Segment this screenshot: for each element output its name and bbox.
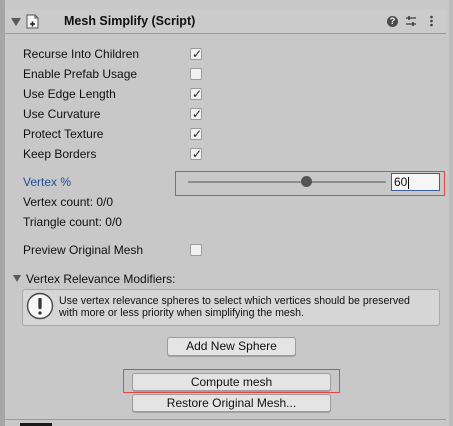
help-icon[interactable]: ?	[387, 16, 398, 27]
option-label-keep-borders: Keep Borders	[23, 147, 97, 161]
check-mark-icon: ✓	[192, 107, 203, 121]
vertex-count: Vertex count: 0/0	[23, 195, 114, 209]
vertex-percent-label: Vertex %	[23, 175, 72, 189]
preview-label: Preview Original Mesh	[23, 243, 144, 257]
option-label-prefab: Enable Prefab Usage	[23, 67, 138, 81]
triangle-count: Triangle count: 0/0	[23, 215, 122, 229]
option-label-protect-texture: Protect Texture	[23, 127, 104, 141]
restore-mesh-button[interactable]: Restore Original Mesh...	[132, 394, 331, 412]
kebab-menu-icon[interactable]	[429, 14, 434, 28]
check-mark-icon: ✓	[192, 47, 203, 61]
checkbox-protect-texture[interactable]: ✓	[190, 127, 203, 141]
add-sphere-button[interactable]: Add New Sphere	[167, 337, 296, 356]
check-mark-icon: ✓	[192, 87, 203, 101]
checkbox-curvature[interactable]: ✓	[190, 107, 203, 121]
component-title: Mesh Simplify (Script)	[64, 14, 196, 28]
checkbox-prefab[interactable]	[190, 68, 202, 80]
modifiers-foldout-arrow-icon[interactable]	[13, 275, 21, 282]
compute-mesh-button[interactable]: Compute mesh	[132, 373, 331, 391]
checkbox-recurse[interactable]: ✓	[190, 47, 203, 61]
option-label-recurse: Recurse Into Children	[23, 47, 140, 61]
option-label-edge-length: Use Edge Length	[23, 87, 116, 101]
scrollbar-edge	[449, 0, 453, 426]
left-strip	[0, 0, 5, 426]
check-mark-icon: ✓	[192, 127, 203, 141]
info-icon	[26, 292, 54, 320]
sliders-icon[interactable]	[405, 14, 417, 28]
check-mark-icon: ✓	[192, 147, 203, 161]
checkbox-preview[interactable]	[190, 244, 202, 256]
vertex-slider-thumb[interactable]	[301, 176, 312, 187]
text-caret	[408, 176, 410, 189]
checkbox-edge-length[interactable]: ✓	[190, 87, 203, 101]
panel-bottom-divider	[5, 419, 446, 420]
info-text-line1: Use vertex relevance spheres to select w…	[59, 295, 410, 307]
inspector-panel: Mesh Simplify (Script) ? Recurse Into Ch…	[0, 0, 453, 426]
script-icon	[26, 14, 39, 29]
vertex-percent-input[interactable]: 60	[391, 173, 440, 191]
info-text-line2: with more or less priority when simplify…	[59, 307, 304, 319]
checkbox-keep-borders[interactable]: ✓	[190, 147, 203, 161]
foldout-arrow-icon[interactable]	[11, 18, 21, 26]
option-label-curvature: Use Curvature	[23, 107, 101, 121]
vertex-percent-value: 60	[394, 175, 408, 189]
modifiers-foldout-label[interactable]: Vertex Relevance Modifiers:	[26, 270, 175, 288]
vertex-slider-track[interactable]	[188, 181, 386, 183]
